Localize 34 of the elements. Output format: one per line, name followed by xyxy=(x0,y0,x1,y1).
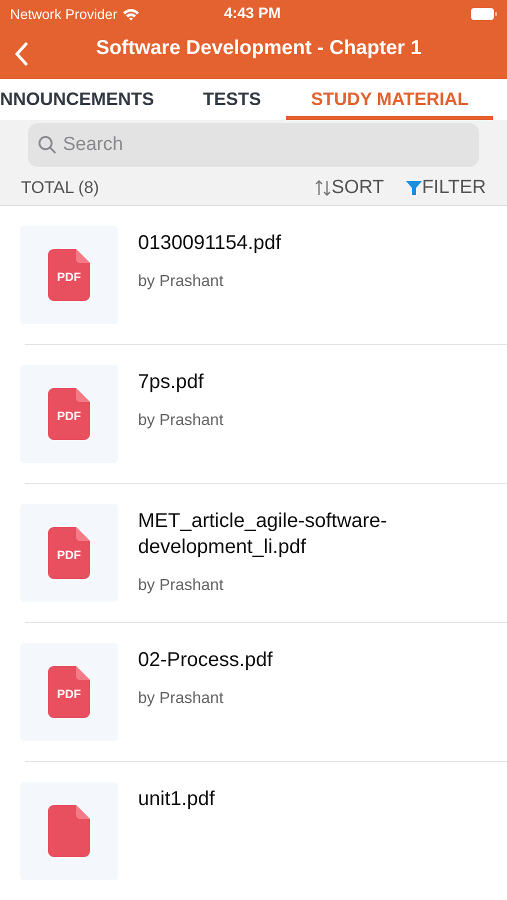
tab[interactable]: NNOUNCEMENTS xyxy=(0,79,178,120)
search-icon xyxy=(38,135,57,156)
wifi-icon xyxy=(122,8,140,20)
clock-time: 4:43 PM xyxy=(224,4,281,24)
pdf-file-icon xyxy=(48,805,90,857)
file-name[interactable]: 02-Process.pdf xyxy=(138,647,438,673)
file-thumbnail[interactable]: PDF xyxy=(20,643,118,741)
battery-icon xyxy=(471,8,497,20)
search-field[interactable]: Search xyxy=(28,123,479,168)
sort-button[interactable]: SORT xyxy=(314,174,384,202)
tab[interactable]: TESTS xyxy=(178,79,286,120)
file-thumbnail[interactable]: PDF xyxy=(20,365,118,463)
chevron-left-icon xyxy=(14,42,28,66)
file-author: by Prashant xyxy=(138,689,224,709)
file-thumbnail[interactable]: PDF xyxy=(20,504,118,602)
file-thumbnail[interactable]: PDF xyxy=(20,226,118,324)
screen-title: Software Development - Chapter 1 xyxy=(96,36,422,61)
pdf-file-icon: PDF xyxy=(48,249,90,301)
total-count: TOTAL (8) xyxy=(21,177,100,200)
file-author: by Prashant xyxy=(138,272,224,292)
file-thumbnail[interactable] xyxy=(20,782,118,880)
file-name[interactable]: 7ps.pdf xyxy=(138,369,438,395)
file-author: by Prashant xyxy=(138,411,224,431)
carrier-name: Network Provider xyxy=(10,4,118,24)
file-author: by Prashant xyxy=(138,576,224,596)
filter-button[interactable]: FILTER xyxy=(406,174,486,202)
file-name[interactable]: 0130091154.pdf xyxy=(138,230,438,256)
pdf-file-icon: PDF xyxy=(48,388,90,440)
pdf-file-icon: PDF xyxy=(48,666,90,718)
sort-arrows-icon xyxy=(314,178,332,197)
pdf-file-icon: PDF xyxy=(48,527,90,579)
file-name[interactable]: MET_article_agile-software-development_li.pdf xyxy=(138,508,438,560)
file-name[interactable]: unit1.pdf xyxy=(138,786,438,812)
funnel-icon xyxy=(406,180,422,196)
